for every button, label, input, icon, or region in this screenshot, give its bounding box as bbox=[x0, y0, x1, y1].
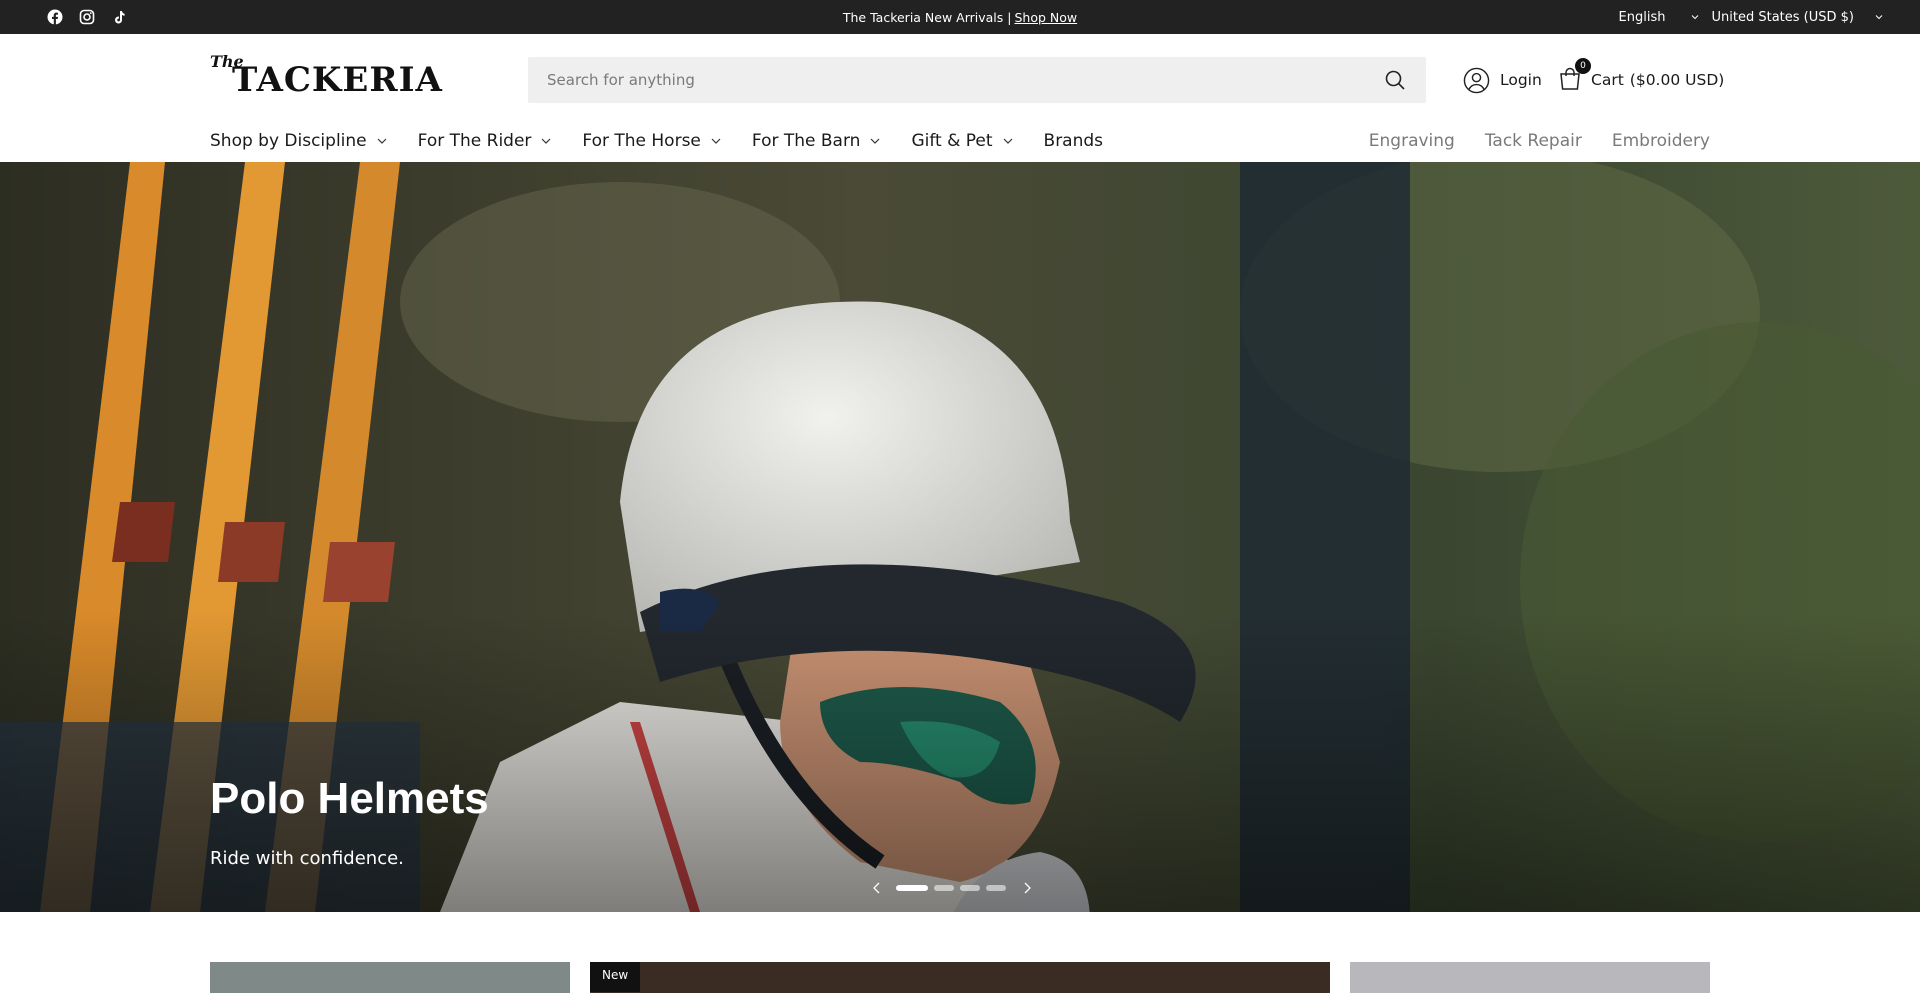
announcement-text: The Tackeria New Arrivals | bbox=[842, 9, 1012, 25]
nav-item-label: Gift & Pet bbox=[911, 131, 993, 151]
locale-selectors: English United States (USD $) bbox=[1619, 0, 1884, 34]
slide-dot[interactable] bbox=[960, 885, 980, 891]
slide-dots bbox=[884, 885, 1006, 891]
collection-cards: New bbox=[0, 962, 1920, 993]
site-logo[interactable]: The TACKERIA bbox=[210, 52, 500, 100]
chevron-down-icon bbox=[1875, 15, 1883, 20]
nav-link-engraving[interactable]: Engraving bbox=[1369, 131, 1455, 151]
cart-button[interactable]: 0 Cart ($0.00 USD) bbox=[1557, 58, 1725, 95]
nav-item-label: For The Rider bbox=[417, 131, 532, 151]
nav-item-label: Brands bbox=[1043, 131, 1104, 151]
nav-item-shop-by-discipline[interactable]: Shop by Discipline bbox=[210, 131, 388, 151]
nav-item-label: For The Horse bbox=[582, 131, 701, 151]
slide-dot[interactable] bbox=[896, 885, 928, 891]
country-value: United States (USD $) bbox=[1711, 9, 1855, 25]
cart-total: ($0.00 USD) bbox=[1629, 71, 1725, 89]
site-header: The TACKERIA Search for anything Login 0… bbox=[0, 34, 1920, 162]
user-icon bbox=[1463, 67, 1490, 93]
login-label: Login bbox=[1500, 71, 1542, 89]
slide-dot[interactable] bbox=[986, 885, 1006, 891]
chevron-down-icon bbox=[377, 138, 387, 144]
search-icon[interactable] bbox=[1384, 69, 1406, 91]
search-placeholder: Search for anything bbox=[547, 71, 695, 89]
nav-item-brands[interactable]: Brands bbox=[1044, 131, 1104, 151]
announcement-bar: The Tackeria New Arrivals | Shop Now Eng… bbox=[0, 0, 1920, 34]
nav-item-label: Shop by Discipline bbox=[210, 131, 367, 151]
chevron-down-icon bbox=[1691, 15, 1698, 20]
hero-subtitle: Ride with confidence. bbox=[210, 848, 404, 869]
slideshow-controls bbox=[870, 878, 1034, 898]
nav-link-tack-repair[interactable]: Tack Repair bbox=[1485, 131, 1582, 151]
login-button[interactable]: Login bbox=[1463, 65, 1542, 95]
nav-item-gift-and-pet[interactable]: Gift & Pet bbox=[911, 131, 1013, 151]
collection-card[interactable] bbox=[1350, 962, 1710, 993]
chevron-down-icon bbox=[711, 138, 721, 144]
chevron-down-icon bbox=[541, 138, 551, 144]
cart-count-badge: 0 bbox=[1575, 58, 1591, 74]
cart-icon-wrap: 0 bbox=[1557, 58, 1591, 94]
nav-item-for-the-barn[interactable]: For The Barn bbox=[752, 131, 882, 151]
nav-item-for-the-rider[interactable]: For The Rider bbox=[418, 131, 553, 151]
logo-word: TACKERIA bbox=[232, 60, 443, 100]
nav-link-embroidery[interactable]: Embroidery bbox=[1612, 131, 1710, 151]
language-value: English bbox=[1618, 9, 1666, 25]
chevron-right-icon[interactable] bbox=[1020, 881, 1034, 895]
secondary-nav: Engraving Tack Repair Embroidery bbox=[1339, 124, 1710, 158]
cart-label: Cart bbox=[1591, 71, 1624, 89]
collection-card[interactable] bbox=[210, 962, 570, 993]
language-selector[interactable]: English bbox=[1619, 10, 1700, 25]
nav-item-for-the-horse[interactable]: For The Horse bbox=[582, 131, 721, 151]
hero-slideshow: Polo Helmets Ride with confidence. bbox=[0, 162, 1920, 912]
main-nav: Shop by Discipline For The Rider For The… bbox=[210, 124, 1133, 158]
shop-now-link[interactable]: Shop Now bbox=[1014, 10, 1077, 25]
collection-card[interactable]: New bbox=[590, 962, 1330, 993]
chevron-down-icon bbox=[1003, 138, 1012, 144]
chevron-left-icon[interactable] bbox=[870, 881, 884, 895]
chevron-down-icon bbox=[871, 138, 880, 144]
slide-dot[interactable] bbox=[934, 885, 954, 891]
new-badge: New bbox=[590, 962, 641, 992]
country-selector[interactable]: United States (USD $) bbox=[1712, 10, 1885, 25]
search-input[interactable]: Search for anything bbox=[528, 57, 1426, 103]
hero-title: Polo Helmets bbox=[210, 774, 489, 823]
nav-item-label: For The Barn bbox=[751, 131, 861, 151]
